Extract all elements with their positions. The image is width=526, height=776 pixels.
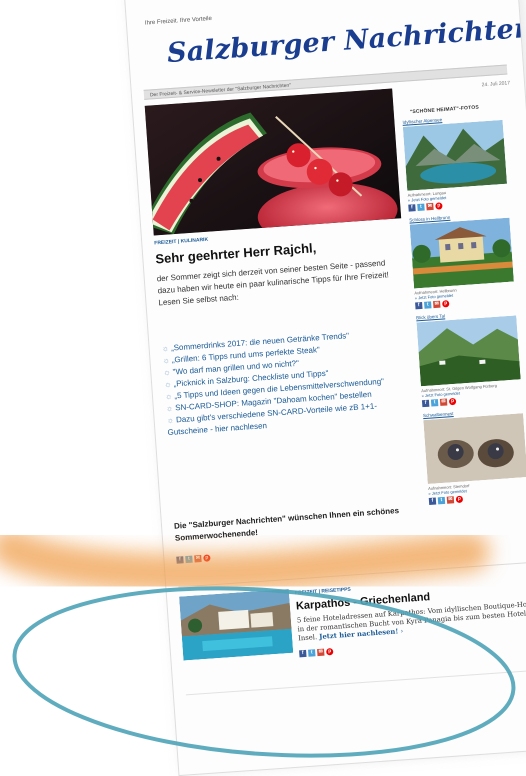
logo[interactable]: Salzburger Nachrichten [166, 13, 526, 70]
bullet-icon: ☼ [163, 379, 172, 390]
mail-icon[interactable]: ✉ [426, 202, 434, 211]
photo-valley[interactable] [416, 315, 521, 387]
pinterest-icon[interactable]: p [435, 202, 443, 210]
photo-birds[interactable] [423, 413, 526, 484]
mail-icon[interactable]: ✉ [446, 496, 455, 504]
bullet-icon: ☼ [162, 355, 171, 366]
pinterest-icon[interactable]: p [326, 648, 334, 656]
facebook-icon[interactable]: f [428, 497, 437, 505]
arrow-icon: › [400, 627, 404, 636]
intro-text: der Sommer zeigt sich derzeit von seiner… [156, 258, 390, 308]
newsletter-paper: Ihre Freizeit. Ihre Vorteile Salzburger … [124, 0, 526, 776]
hero-image[interactable] [144, 88, 402, 236]
facebook-icon[interactable]: f [299, 649, 307, 658]
section-divider [185, 669, 526, 696]
pinterest-icon[interactable]: p [455, 495, 464, 504]
share-bar: f t ✉ p [176, 554, 211, 564]
pinterest-icon[interactable]: p [442, 300, 450, 308]
mail-icon[interactable]: ✉ [433, 300, 441, 309]
twitter-icon[interactable]: t [437, 496, 446, 505]
closing-text: Die "Salzburger Nachrichten" wünschen Ih… [173, 506, 400, 543]
date: 24. Juli 2017 [481, 80, 511, 89]
facebook-icon[interactable]: f [176, 556, 184, 564]
section-divider [178, 561, 526, 588]
bullet-icon: ☼ [163, 367, 172, 378]
pre-header: Ihre Freizeit. Ihre Vorteile [144, 15, 213, 27]
article-category[interactable]: FREIZEIT | KULINARIK [154, 237, 208, 247]
twitter-icon[interactable]: t [417, 203, 425, 212]
photo-card: Idyllischer Alpensee Aufnahmeort: Lungau… [402, 112, 516, 212]
mail-icon[interactable]: ✉ [439, 398, 448, 406]
photo-palace[interactable] [409, 217, 514, 289]
twitter-icon[interactable]: t [430, 399, 439, 407]
article-category[interactable]: FREIZEIT | REISETIPPS [295, 587, 351, 597]
photo-card: Schloss in Hellbrunn Aufnahmeort: Hellbr… [409, 210, 523, 310]
photo-sidebar: "SCHÖNE HEIMAT"-FOTOS Idyllischer Alpens… [401, 96, 526, 511]
facebook-icon[interactable]: f [408, 204, 416, 212]
karpathos-image[interactable] [179, 588, 294, 661]
pinterest-icon[interactable]: p [448, 397, 457, 406]
photo-card: Schwalbennest Aufnahmeort: Stemdorf » Je… [423, 406, 526, 505]
mail-icon[interactable]: ✉ [317, 648, 325, 657]
bullet-icon: ☼ [165, 403, 174, 414]
pinterest-icon[interactable]: p [203, 554, 211, 562]
bullet-icon: ☼ [161, 343, 170, 354]
facebook-icon[interactable]: f [415, 301, 423, 310]
facebook-icon[interactable]: f [421, 399, 430, 408]
mail-icon[interactable]: ✉ [194, 554, 202, 563]
bullet-icon: ☼ [164, 391, 173, 402]
photo-card: Blick übers Tal Aufnahmeort: St. Gilgen … [416, 308, 526, 408]
share-bar: f t ✉ p [299, 648, 334, 658]
photo-lake[interactable] [402, 119, 508, 191]
twitter-icon[interactable]: t [308, 649, 316, 657]
twitter-icon[interactable]: t [424, 301, 432, 309]
twitter-icon[interactable]: t [185, 555, 193, 564]
bullet-icon: ☼ [166, 415, 175, 426]
tips-link-list: ☼„Sommerdrinks 2017: die neuen Getränke … [161, 326, 415, 439]
